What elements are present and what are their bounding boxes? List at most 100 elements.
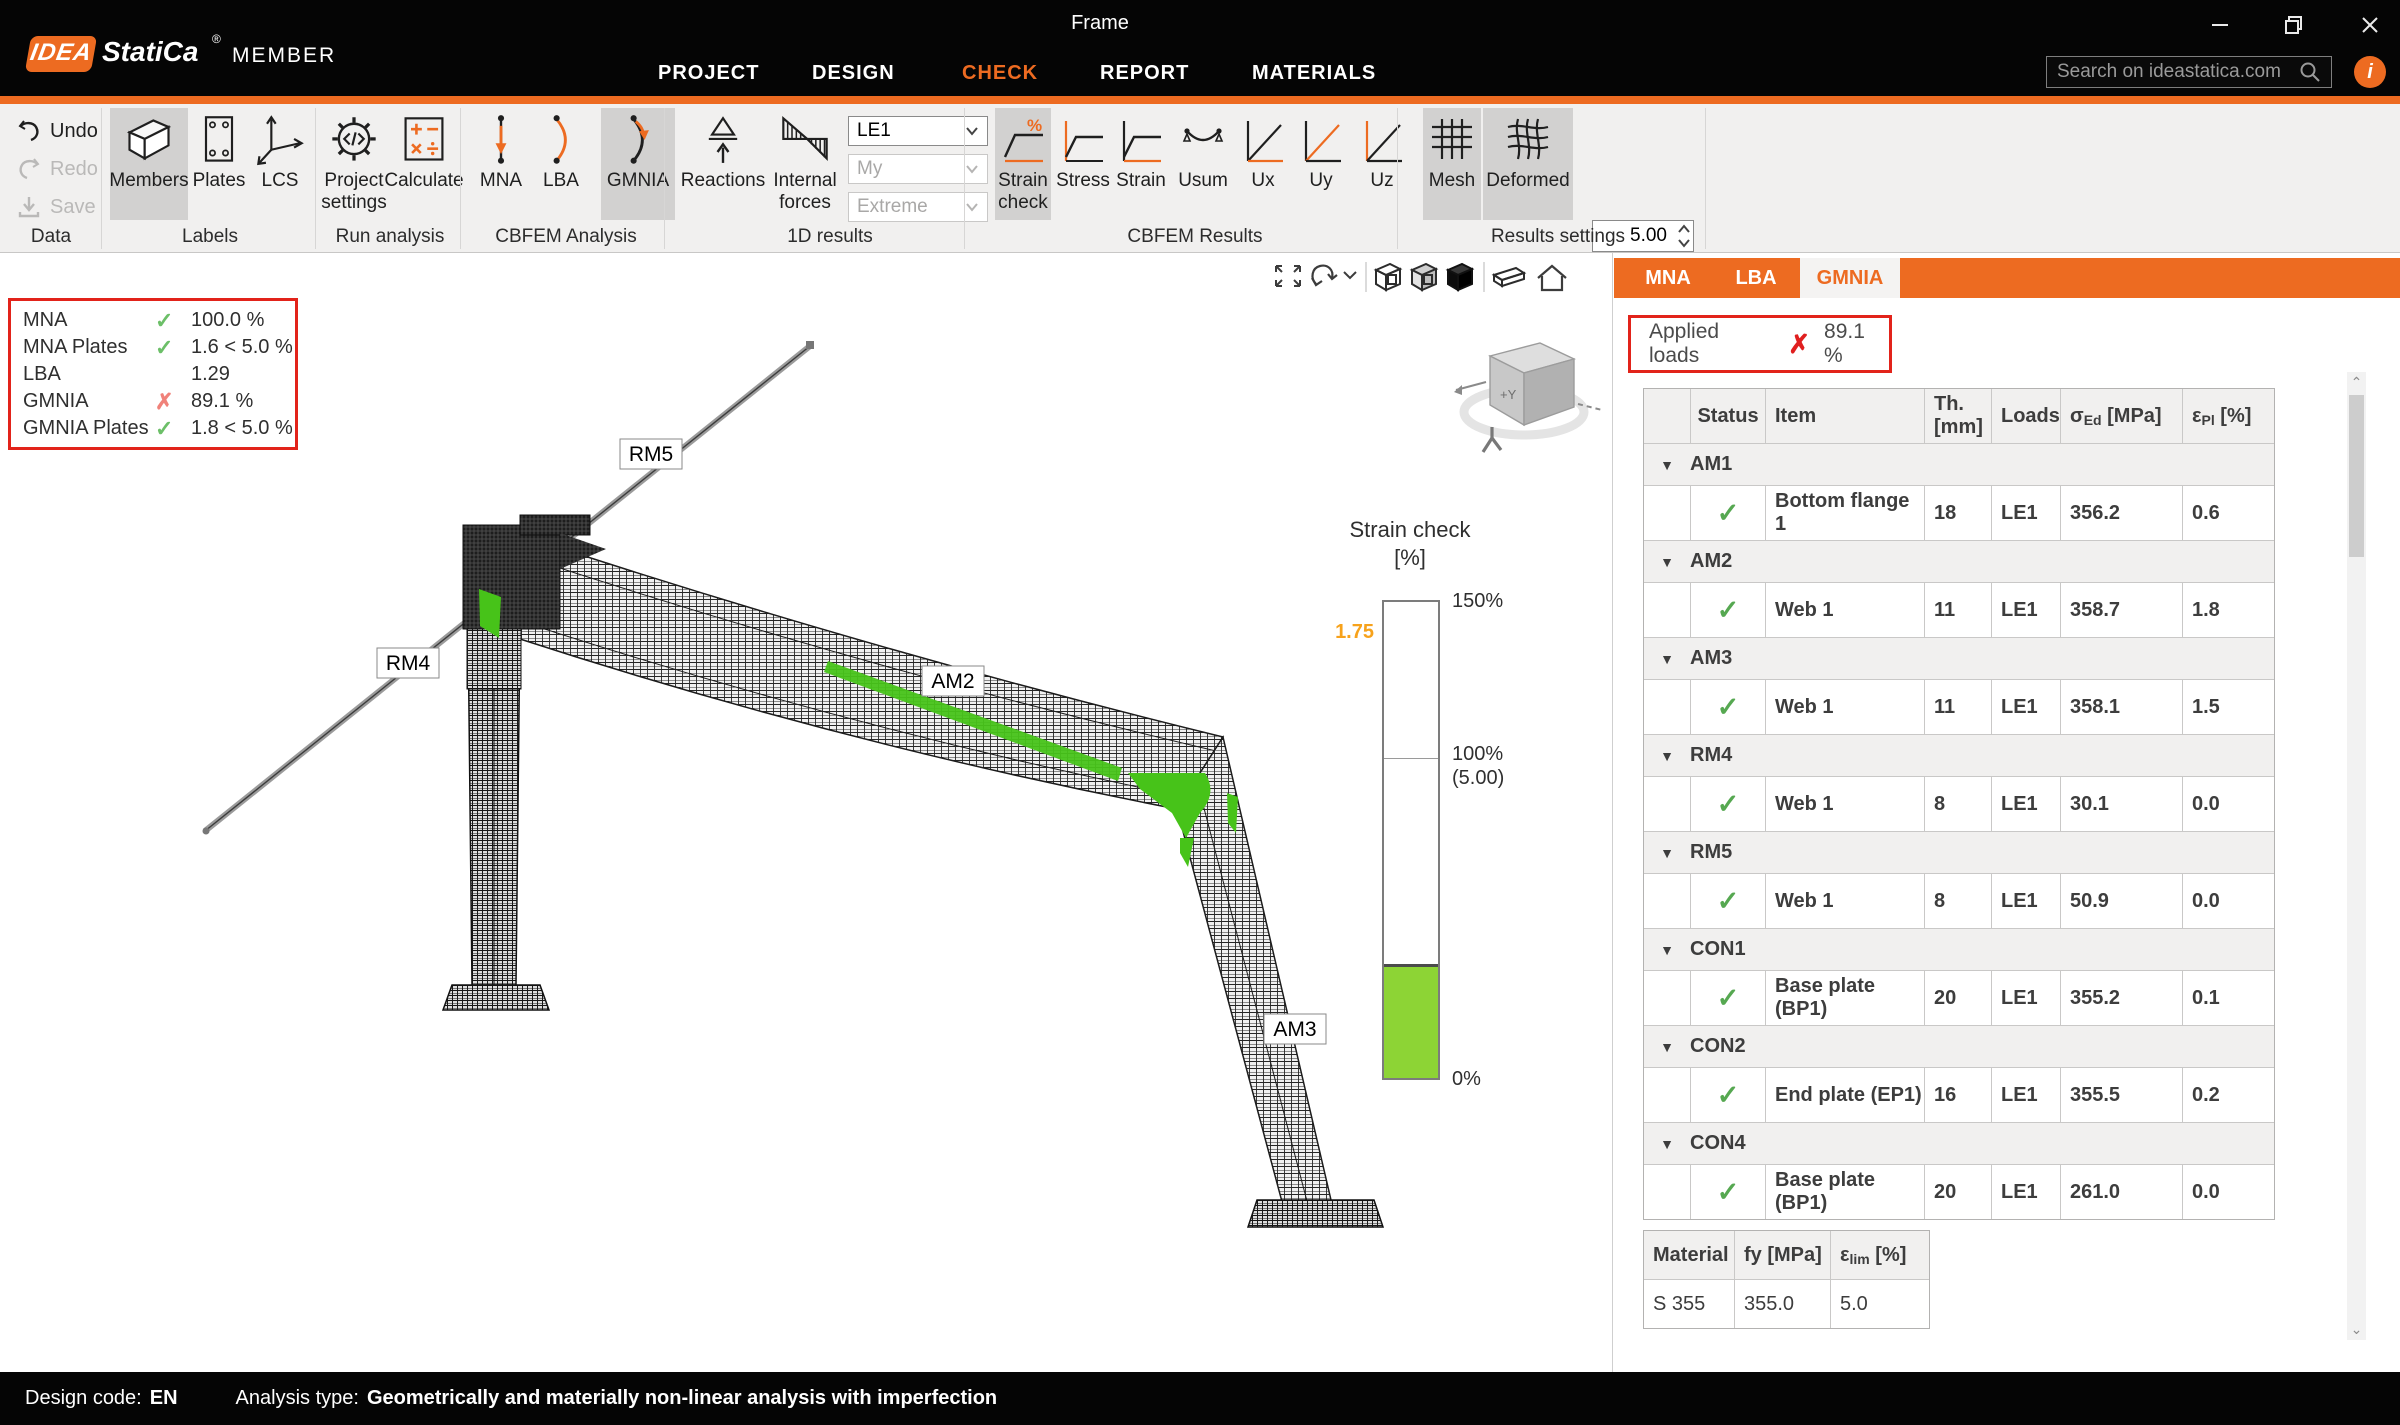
internal-forces-icon (779, 112, 831, 168)
table-row[interactable]: ✓ End plate (EP1) 16 LE1 355.5 0.2 (1644, 1067, 2274, 1122)
group-label-data: Data (16, 226, 86, 248)
navigation-cube[interactable]: +Y (1452, 332, 1602, 457)
menu-project[interactable]: PROJECT (658, 62, 759, 85)
panel-scrollbar[interactable]: ⌃ ⌄ (2347, 372, 2366, 1340)
lba-button[interactable]: LBA (532, 108, 590, 220)
strain-check-button[interactable]: % Strain check (995, 108, 1051, 220)
close-button[interactable] (2348, 8, 2392, 42)
undo-button[interactable]: Undo (16, 118, 98, 144)
lcs-button[interactable]: LCS (250, 108, 310, 220)
group-row[interactable]: ▼CON2 (1644, 1025, 2274, 1067)
menu-report[interactable]: REPORT (1100, 62, 1189, 85)
calculate-button[interactable]: Calculate (384, 108, 464, 220)
group-row[interactable]: ▼RM4 (1644, 734, 2274, 776)
spinner-arrows-icon[interactable] (1675, 222, 1693, 250)
scroll-down-icon[interactable]: ⌄ (2347, 1321, 2366, 1338)
scale-min-label: 0% (1452, 1068, 1481, 1091)
fy-header: fy [MPa] (1734, 1231, 1830, 1279)
component-select[interactable]: My (848, 154, 988, 184)
title-bar: IDEA StatiCa ® MEMBER Frame PROJECT DESI… (0, 0, 2400, 96)
check-icon: ✓ (1717, 595, 1740, 626)
group-name: CON1 (1690, 938, 1746, 961)
project-settings-button[interactable]: Project settings (316, 108, 392, 220)
search-input[interactable]: Search on ideastatica.com (2046, 56, 2332, 88)
mna-button[interactable]: MNA (472, 108, 530, 220)
tab-mna[interactable]: MNA (1624, 258, 1712, 298)
strain-icon (1117, 112, 1165, 168)
ux-button[interactable]: Ux (1241, 108, 1285, 220)
mesh-button[interactable]: Mesh (1423, 108, 1481, 220)
scroll-up-icon[interactable]: ⌃ (2347, 374, 2366, 391)
internal-forces-button[interactable]: Internal forces (762, 108, 848, 220)
mna-label: MNA (480, 170, 522, 192)
stress-button[interactable]: Stress (1055, 108, 1111, 220)
table-row[interactable]: ✓ Web 1 11 LE1 358.1 1.5 (1644, 679, 2274, 734)
menu-design[interactable]: DESIGN (812, 62, 895, 85)
table-row[interactable]: ✓ Web 1 8 LE1 30.1 0.0 (1644, 776, 2274, 831)
group-row[interactable]: ▼AM3 (1644, 637, 2274, 679)
info-button[interactable]: i (2354, 56, 2386, 88)
reactions-button[interactable]: Reactions (676, 108, 770, 220)
ribbon-divider (664, 108, 665, 249)
calculate-icon (398, 112, 450, 168)
model-3d-scene[interactable]: RM5 RM4 AM2 AM3 (0, 253, 1613, 1372)
redo-button[interactable]: Redo (16, 156, 98, 182)
ribbon-divider (101, 108, 102, 249)
material-header: Material (1644, 1231, 1734, 1279)
maximize-button[interactable] (2272, 8, 2316, 42)
accent-bar (0, 96, 2400, 104)
member-tag-am3[interactable]: AM3 (1264, 1014, 1326, 1044)
model-viewport[interactable]: MNA ✓ 100.0 % MNA Plates ✓ 1.6 < 5.0 % L… (0, 253, 1613, 1372)
check-icon: ✓ (1717, 789, 1740, 820)
member-tag-am2[interactable]: AM2 (922, 666, 984, 696)
project-settings-icon (328, 112, 380, 168)
extreme-select[interactable]: Extreme (848, 192, 988, 222)
scale-max-label: 150% (1452, 590, 1503, 613)
component-value: My (857, 158, 882, 180)
menu-materials[interactable]: MATERIALS (1252, 62, 1376, 85)
table-row[interactable]: ✓ Web 1 11 LE1 358.7 1.8 (1644, 582, 2274, 637)
uy-button[interactable]: Uy (1299, 108, 1343, 220)
save-button[interactable]: Save (16, 194, 96, 220)
product-name: MEMBER (232, 44, 336, 68)
deformed-button[interactable]: Deformed (1483, 108, 1573, 220)
menu-check[interactable]: CHECK (962, 62, 1038, 85)
group-row[interactable]: ▼CON1 (1644, 928, 2274, 970)
table-row[interactable]: ✓ Base plate (BP1) 20 LE1 261.0 0.0 (1644, 1164, 2274, 1219)
analysis-type-label: Analysis type: (236, 1387, 359, 1410)
tab-lba[interactable]: LBA (1712, 258, 1800, 298)
minimize-button[interactable] (2198, 8, 2242, 42)
right-base-plate[interactable] (1248, 1200, 1383, 1227)
svg-text:RM5: RM5 (629, 443, 673, 466)
table-row[interactable]: ✓ Base plate (BP1) 20 LE1 355.2 0.1 (1644, 970, 2274, 1025)
group-row[interactable]: ▼CON4 (1644, 1122, 2274, 1164)
ribbon-divider (1397, 108, 1398, 249)
eps-lim-header: εlim [%] (1830, 1231, 1929, 1279)
scroll-thumb[interactable] (2349, 395, 2364, 557)
scale-current-marker: 1.75 (1316, 621, 1374, 644)
plates-button[interactable]: Plates (190, 108, 248, 220)
tab-gmnia[interactable]: GMNIA (1800, 258, 1900, 298)
material-row[interactable]: S 355 355.0 5.0 (1644, 1279, 1929, 1328)
member-tag-rm5[interactable]: RM5 (620, 439, 682, 469)
group-row[interactable]: ▼AM2 (1644, 540, 2274, 582)
table-row[interactable]: ✓ Bottom flange 1 18 LE1 356.2 0.6 (1644, 485, 2274, 540)
lba-label: LBA (543, 170, 579, 192)
load-case-select[interactable]: LE1 (848, 116, 988, 146)
applied-loads-value: 89.1 % (1824, 320, 1889, 368)
members-label: Members (109, 170, 188, 192)
ribbon-divider (1705, 108, 1706, 249)
header-eps: εPl [%] (2182, 389, 2274, 443)
usum-button[interactable]: Usum (1171, 108, 1235, 220)
group-row[interactable]: ▼RM5 (1644, 831, 2274, 873)
group-row[interactable]: ▼AM1 (1644, 443, 2274, 485)
group-label-settings: Results settings (1478, 226, 1638, 248)
members-button[interactable]: Members (110, 108, 188, 220)
group-name: RM5 (1690, 841, 1732, 864)
left-base-plate[interactable] (443, 985, 549, 1010)
header-th: Th.[mm] (1924, 389, 1991, 443)
table-row[interactable]: ✓ Web 1 8 LE1 50.9 0.0 (1644, 873, 2274, 928)
strain-button[interactable]: Strain (1113, 108, 1169, 220)
group-label-labels: Labels (140, 226, 280, 248)
member-tag-rm4[interactable]: RM4 (377, 648, 439, 678)
